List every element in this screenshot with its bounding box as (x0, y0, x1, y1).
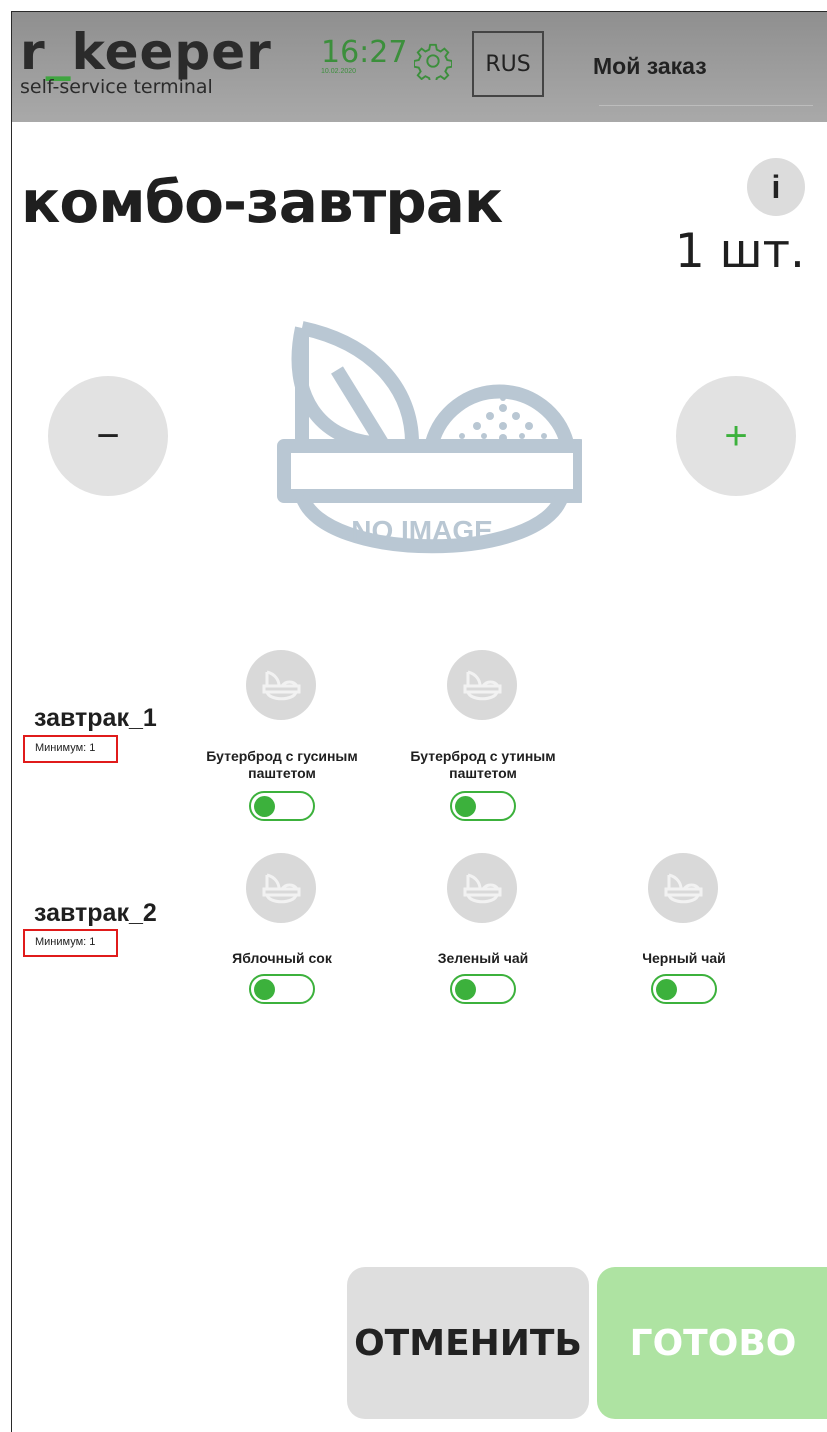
no-image-bowl-icon: NO IMAGE (277, 321, 582, 554)
cancel-button[interactable]: ОТМЕНИТЬ (347, 1267, 589, 1419)
header-bar: r_keeper self-service terminal 16:27 10.… (12, 12, 827, 122)
group-label: завтрак_1 (34, 704, 157, 732)
clock-time: 16:27 (321, 35, 408, 70)
toggle-knob (656, 979, 677, 1000)
language-button[interactable]: RUS (472, 31, 544, 97)
brand-name: r_keeper (20, 23, 272, 81)
option-name: Бутерброд с утиным паштетом (410, 748, 556, 781)
gear-icon[interactable] (414, 42, 452, 80)
bowl-icon (648, 853, 718, 923)
decrease-quantity-button[interactable]: − (48, 376, 168, 496)
bowl-icon (246, 853, 316, 923)
increase-quantity-button[interactable]: + (676, 376, 796, 496)
toggle-knob (455, 796, 476, 817)
order-divider (599, 105, 813, 106)
brand-logo: r_keeper self-service terminal (20, 26, 272, 98)
option-toggle[interactable] (651, 974, 717, 1004)
option-name: Яблочный сок (232, 950, 332, 966)
option-name: Черный чай (642, 950, 726, 966)
no-image-text: NO IMAGE (351, 515, 493, 546)
group-minimum: Минимум: 1 (23, 735, 118, 763)
info-button[interactable]: i (747, 158, 805, 216)
terminal-screen: r_keeper self-service terminal 16:27 10.… (11, 11, 827, 1432)
bowl-icon (246, 650, 316, 720)
option-toggle[interactable] (249, 974, 315, 1004)
clock: 16:27 10.02.2020 (321, 35, 408, 76)
bowl-icon (447, 650, 517, 720)
bowl-icon (447, 853, 517, 923)
group-label: завтрак_2 (34, 899, 157, 927)
option-toggle[interactable] (450, 791, 516, 821)
option-toggle[interactable] (249, 791, 315, 821)
done-button[interactable]: ГОТОВО (597, 1267, 827, 1419)
group-minimum: Минимум: 1 (23, 929, 118, 957)
my-order-title[interactable]: Мой заказ (593, 53, 707, 80)
quantity-label: 1 шт. (674, 224, 805, 279)
option-name: Зеленый чай (437, 950, 529, 966)
option-toggle[interactable] (450, 974, 516, 1004)
toggle-knob (455, 979, 476, 1000)
toggle-knob (254, 796, 275, 817)
option-name: Бутерброд с гусиным паштетом (206, 748, 358, 781)
toggle-knob (254, 979, 275, 1000)
dish-title: комбо-завтрак (21, 168, 503, 236)
